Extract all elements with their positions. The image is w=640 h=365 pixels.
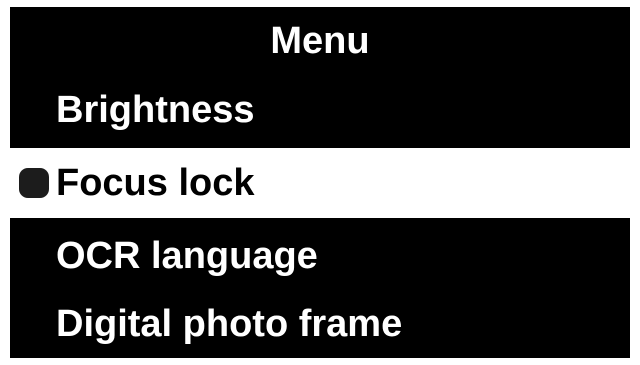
menu-screen: Menu Brightness Focus lock OCR language … [10, 7, 630, 358]
menu-item-brightness[interactable]: Brightness [10, 75, 630, 145]
menu-item-label: Digital photo frame [56, 303, 403, 345]
menu-item-label: OCR language [56, 235, 318, 277]
menu-item-focus-lock[interactable]: Focus lock [10, 148, 630, 218]
menu-item-label: Focus lock [56, 162, 255, 204]
menu-item-digital-photo-frame[interactable]: Digital photo frame [10, 291, 630, 358]
menu-title: Menu [270, 20, 370, 62]
bullet-icon [19, 168, 49, 198]
menu-item-ocr-language[interactable]: OCR language [10, 221, 630, 291]
menu-item-label: Brightness [56, 89, 255, 131]
